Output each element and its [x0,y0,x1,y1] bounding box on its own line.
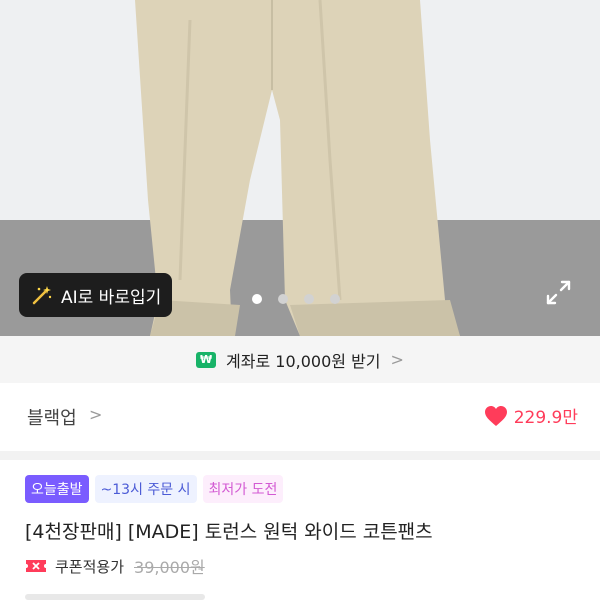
order-deadline-badge: ~13시 주문 시 [94,475,197,503]
store-name-link[interactable]: 블랙업 [27,404,77,430]
magic-wand-icon [32,286,52,305]
cut-off-content [25,594,205,600]
carousel-dot[interactable] [330,294,340,304]
product-image-carousel[interactable]: AI로 바로입기 [0,0,600,336]
fullscreen-expand-icon[interactable] [545,279,572,306]
like-button[interactable]: 229.9만 [484,403,578,428]
bank-reward-text: 계좌로 10,000원 받기 [226,351,381,371]
store-row: 블랙업 > 229.9만 [0,383,600,451]
chevron-right-icon: > [390,350,404,369]
bank-transfer-reward-banner[interactable]: ₩ 계좌로 10,000원 받기 > [0,336,600,383]
coupon-icon [26,560,46,572]
like-count: 229.9만 [513,408,578,428]
carousel-dot[interactable] [304,294,314,304]
ai-try-on-button[interactable]: AI로 바로입기 [19,273,172,317]
product-badges: 오늘출발 ~13시 주문 시 최저가 도전 [25,475,284,503]
product-title: [4천장판매] [MADE] 토런스 원턱 와이드 코튼팬츠 [25,521,433,543]
carousel-dot[interactable] [252,294,262,304]
heart-icon [484,405,507,426]
section-divider [0,451,600,460]
carousel-indicator [252,294,340,304]
ai-try-on-label: AI로 바로입기 [61,287,162,308]
price-row: 쿠폰적용가 39,000원 [25,554,205,578]
original-price: 39,000원 [134,558,205,577]
coupon-price-label: 쿠폰적용가 [55,557,125,576]
chevron-right-icon: > [89,405,103,424]
today-shipping-badge: 오늘출발 [25,475,89,503]
carousel-dot[interactable] [278,294,288,304]
lowest-price-badge: 최저가 도전 [202,475,284,503]
won-icon: ₩ [196,351,217,368]
